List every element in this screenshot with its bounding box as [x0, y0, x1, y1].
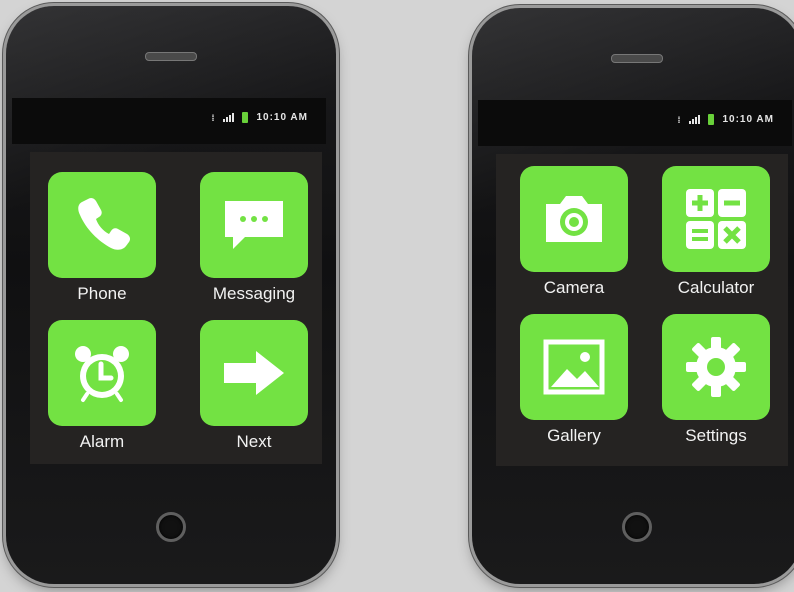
- app-label: Messaging: [212, 284, 296, 303]
- app-calculator[interactable]: Calculator: [662, 166, 770, 298]
- signal-icon: [223, 113, 235, 122]
- calculator-icon: [686, 189, 746, 249]
- app-tile[interactable]: [662, 166, 770, 272]
- app-label: Settings: [685, 426, 747, 445]
- status-bar: ⁞ 10:10 AM: [12, 98, 326, 144]
- app-tile[interactable]: [200, 320, 308, 426]
- status-time: 10:10 AM: [256, 112, 308, 123]
- app-gallery[interactable]: Gallery: [520, 314, 628, 446]
- sim-icon: ⁞: [211, 112, 216, 123]
- app-settings[interactable]: Settings: [662, 314, 770, 446]
- earpiece-speaker: [145, 52, 197, 61]
- app-tile[interactable]: [520, 314, 628, 420]
- home-screen: Phone Messaging Alarm Next: [30, 152, 322, 464]
- app-label: Next: [236, 432, 272, 451]
- sim-icon: ⁞: [677, 114, 682, 125]
- app-phone[interactable]: Phone: [48, 172, 156, 304]
- earpiece-speaker: [611, 54, 663, 63]
- app-tile[interactable]: [48, 172, 156, 278]
- app-camera[interactable]: Camera: [520, 166, 628, 298]
- app-messaging[interactable]: Messaging: [200, 172, 308, 304]
- app-next[interactable]: Next: [200, 320, 308, 452]
- camera-icon: [546, 196, 602, 242]
- home-screen: Camera Calculator Gallery Settings: [496, 154, 788, 466]
- app-alarm[interactable]: Alarm: [48, 320, 156, 452]
- alarm-clock-icon: [75, 346, 129, 402]
- app-label: Phone: [77, 284, 127, 303]
- signal-icon: [689, 115, 701, 124]
- app-tile[interactable]: [520, 166, 628, 272]
- phone-icon: [78, 197, 131, 250]
- home-button[interactable]: [622, 512, 652, 542]
- app-label: Gallery: [547, 426, 601, 445]
- app-label: Camera: [543, 278, 605, 297]
- phone-left: ⁞ 10:10 AM Phone Messaging Alarm Next: [6, 6, 336, 584]
- home-button[interactable]: [156, 512, 186, 542]
- app-label: Alarm: [79, 432, 125, 451]
- app-tile[interactable]: [662, 314, 770, 420]
- phone-right: ⁞ 10:10 AM Camera Calculator Gallery Set…: [472, 8, 794, 584]
- status-time: 10:10 AM: [722, 114, 774, 125]
- message-bubble-icon: [225, 201, 283, 249]
- gallery-image-icon: [543, 339, 605, 395]
- arrow-right-icon: [224, 351, 284, 395]
- status-bar: ⁞ 10:10 AM: [478, 100, 792, 146]
- battery-icon: [708, 114, 715, 125]
- battery-icon: [242, 112, 249, 123]
- app-tile[interactable]: [200, 172, 308, 278]
- gear-icon: [686, 337, 746, 397]
- app-label: Calculator: [677, 278, 755, 297]
- app-tile[interactable]: [48, 320, 156, 426]
